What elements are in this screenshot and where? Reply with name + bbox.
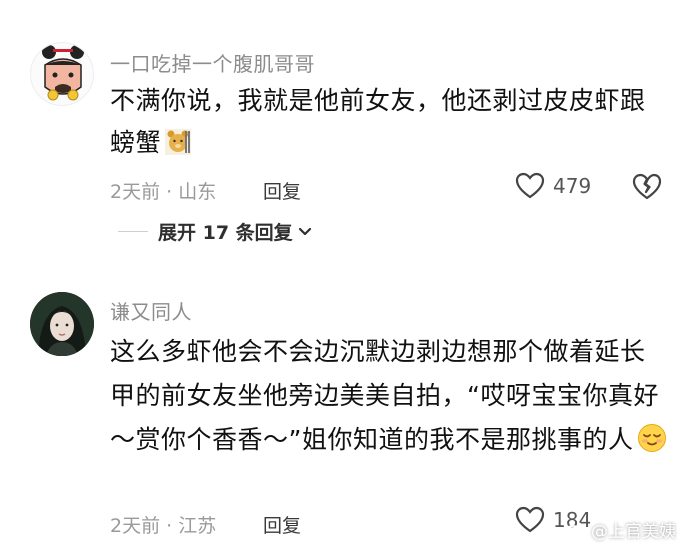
weibo-logo-icon bbox=[563, 521, 584, 539]
portrait-avatar-icon bbox=[30, 292, 94, 356]
heart-icon bbox=[515, 506, 545, 533]
avatar[interactable] bbox=[30, 42, 94, 106]
avatar[interactable] bbox=[30, 292, 94, 356]
watermark-text: @上官美姨 bbox=[591, 522, 676, 542]
time-location: 2天前 · 江苏 bbox=[110, 515, 217, 537]
watermark: @上官美姨 bbox=[563, 517, 676, 542]
like-count: 479 bbox=[553, 174, 592, 198]
username[interactable]: 一口吃掉一个腹肌哥哥 bbox=[110, 48, 315, 77]
username[interactable]: 谦又同人 bbox=[110, 296, 192, 325]
content-face-emoji-icon bbox=[637, 423, 667, 467]
cartoon-avatar-icon bbox=[42, 45, 84, 101]
time-location: 2天前 · 山东 bbox=[110, 181, 217, 203]
expand-replies-label: 展开 17 条回复 bbox=[158, 222, 293, 244]
divider-line bbox=[118, 231, 148, 232]
heart-icon bbox=[515, 172, 545, 199]
dislike-button[interactable] bbox=[632, 173, 662, 205]
reply-button[interactable]: 回复 bbox=[263, 177, 301, 204]
broken-heart-icon bbox=[632, 173, 662, 200]
like-button[interactable]: 479 bbox=[515, 172, 591, 200]
comment-text: 这么多虾他会不会边沉默边剥边想那个做着延长甲的前女友坐他旁边美美自拍，“哎呀宝宝… bbox=[110, 337, 659, 454]
reply-button[interactable]: 回复 bbox=[263, 511, 301, 538]
chevron-down-icon bbox=[298, 227, 311, 235]
comment-text-block: 不满你说，我就是他前女友，他还剥过皮皮虾跟螃蟹 bbox=[110, 80, 670, 169]
expand-replies-button[interactable]: 展开 17 条回复 bbox=[118, 218, 313, 245]
comment-text-block: 这么多虾他会不会边沉默边剥边想那个做着延长甲的前女友坐他旁边美美自拍，“哎呀宝宝… bbox=[110, 330, 670, 467]
bear-emoji-icon bbox=[165, 127, 192, 169]
